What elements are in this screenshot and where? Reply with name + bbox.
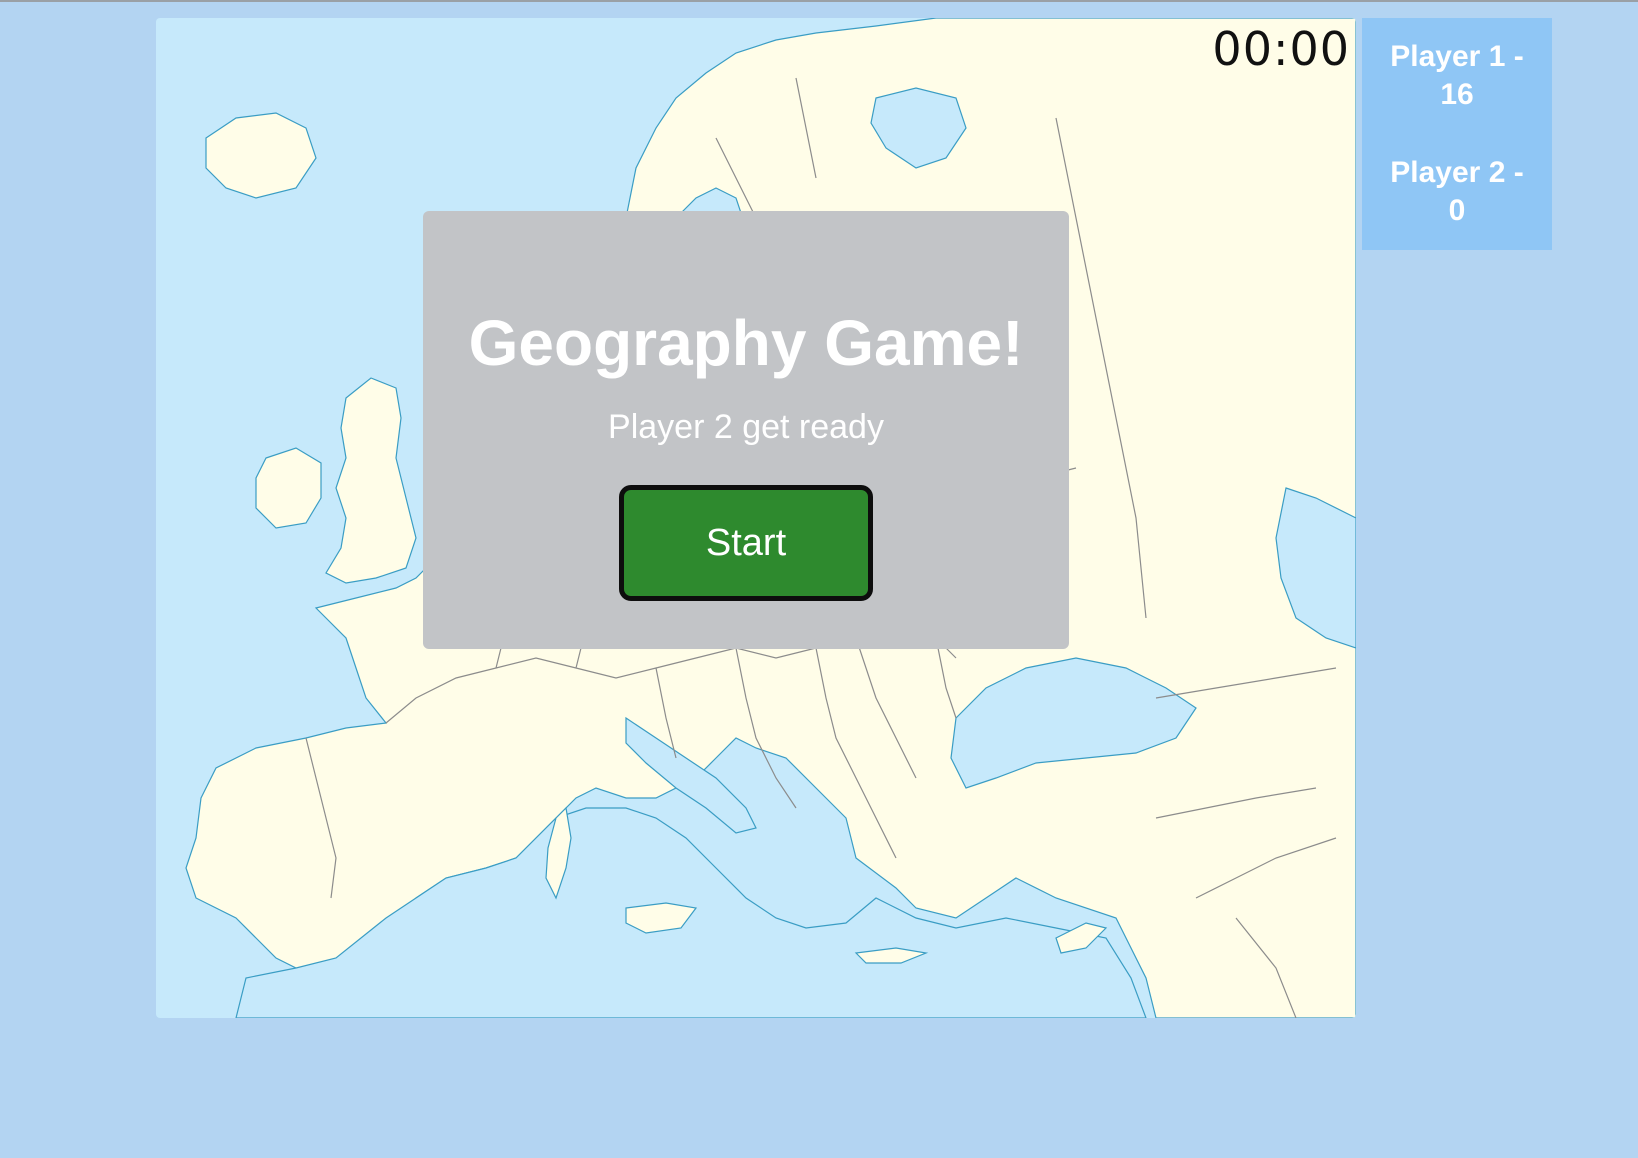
game-timer: 00:00 bbox=[1212, 22, 1350, 76]
player-2-points: 0 bbox=[1448, 194, 1466, 227]
window-top-border bbox=[0, 0, 1638, 2]
modal-title: Geography Game! bbox=[468, 307, 1024, 379]
modal-subtitle: Player 2 get ready bbox=[608, 408, 884, 446]
start-button[interactable]: Start bbox=[619, 485, 873, 601]
start-modal: Geography Game! Player 2 get ready Start bbox=[423, 211, 1069, 649]
player-1-label: Player 1 - bbox=[1390, 40, 1524, 73]
player-2-score: Player 2 - 0 bbox=[1362, 154, 1552, 230]
iceland[interactable] bbox=[205, 112, 317, 199]
scoreboard: Player 1 - 16 Player 2 - 0 bbox=[1362, 18, 1552, 250]
player-1-points: 16 bbox=[1440, 78, 1474, 111]
player-1-score: Player 1 - 16 bbox=[1362, 38, 1552, 114]
great-britain[interactable] bbox=[325, 377, 417, 584]
ireland[interactable] bbox=[255, 447, 322, 529]
player-2-label: Player 2 - bbox=[1390, 156, 1524, 189]
